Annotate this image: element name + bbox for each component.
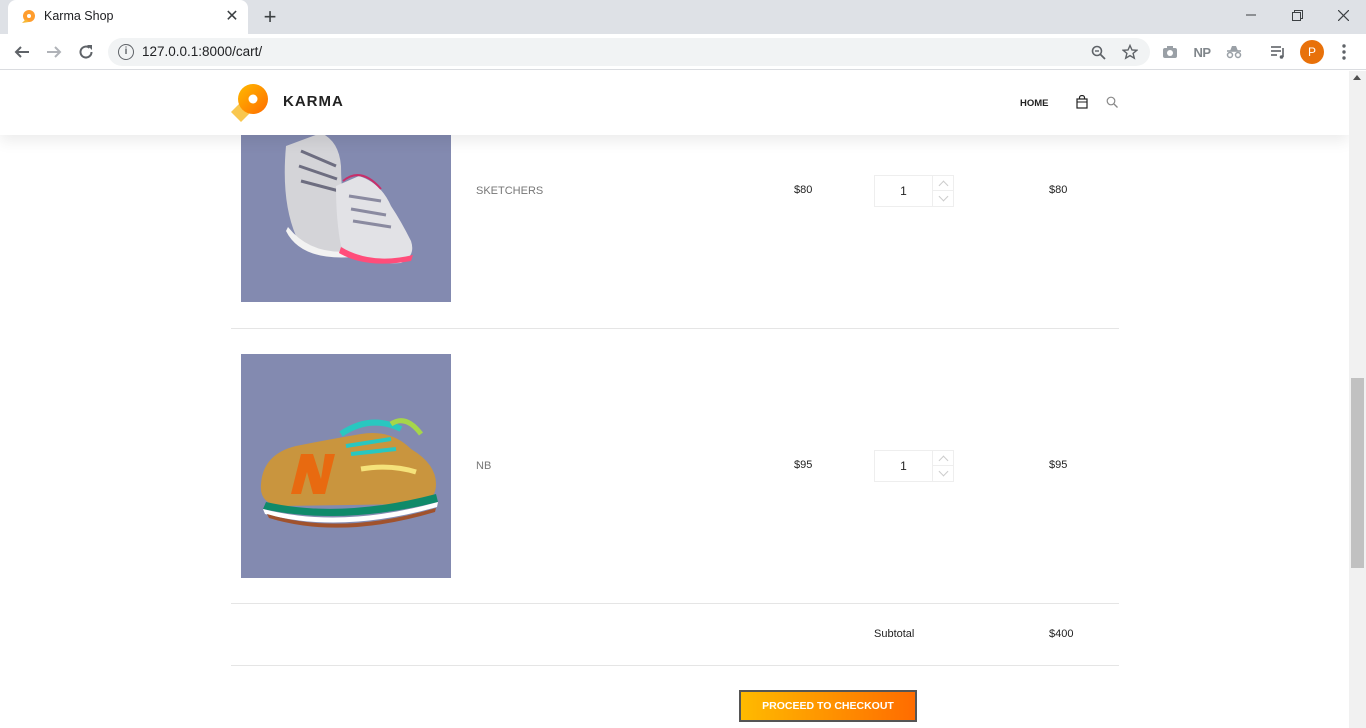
quantity-stepper[interactable]: 1: [874, 450, 954, 482]
chevron-up-icon: [938, 455, 949, 465]
subtotal-value: $400: [1049, 628, 1074, 640]
browser-toolbar: i 127.0.0.1:8000/cart/ NP P: [0, 34, 1366, 70]
new-tab-button[interactable]: +: [258, 5, 282, 29]
address-bar[interactable]: i 127.0.0.1:8000/cart/: [108, 38, 1150, 66]
product-name[interactable]: SKETCHERS: [476, 185, 543, 197]
increase-quantity-button[interactable]: [932, 176, 954, 191]
sneaker-image: [260, 418, 438, 528]
reload-icon[interactable]: [74, 40, 98, 64]
logo-text[interactable]: KARMA: [283, 93, 344, 110]
product-price: $95: [794, 459, 813, 471]
camera-extension-icon[interactable]: [1158, 40, 1182, 64]
chevron-down-icon: [938, 191, 949, 202]
shopping-bag-icon[interactable]: [1075, 95, 1089, 109]
browser-tab-strip: Karma Shop ✕ +: [0, 0, 1366, 34]
quantity-input[interactable]: 1: [875, 176, 932, 206]
minimize-icon[interactable]: [1228, 0, 1274, 30]
quantity-input[interactable]: 1: [875, 451, 932, 481]
forward-arrow-icon[interactable]: [42, 40, 66, 64]
product-image-nb: [241, 354, 451, 578]
product-total: $95: [1049, 459, 1068, 471]
increase-quantity-button[interactable]: [932, 451, 954, 466]
page-scrollbar[interactable]: [1349, 71, 1366, 728]
page-viewport: KARMA HOME SKETCHERS $80 1 $80 NB $95 1 …: [0, 71, 1349, 728]
site-info-icon[interactable]: i: [118, 44, 134, 60]
chevron-down-icon: [938, 466, 949, 477]
menu-kebab-icon[interactable]: [1332, 40, 1356, 64]
back-arrow-icon[interactable]: [10, 40, 34, 64]
nav-home-link[interactable]: HOME: [1020, 98, 1049, 109]
tab-title: Karma Shop: [44, 9, 114, 23]
proceed-to-checkout-button[interactable]: PROCEED TO CHECKOUT: [739, 690, 917, 722]
incognito-extension-icon[interactable]: [1222, 40, 1246, 64]
browser-tab[interactable]: Karma Shop ✕: [8, 0, 248, 34]
subtotal-label: Subtotal: [874, 628, 915, 640]
zoom-icon[interactable]: [1088, 42, 1108, 62]
site-header: KARMA HOME: [0, 71, 1349, 135]
close-tab-icon[interactable]: ✕: [222, 7, 242, 27]
restore-icon[interactable]: [1274, 0, 1320, 30]
product-price: $80: [794, 184, 813, 196]
karma-logo-icon[interactable]: [229, 82, 271, 124]
np-extension-icon[interactable]: NP: [1190, 40, 1214, 64]
decrease-quantity-button[interactable]: [932, 466, 954, 481]
quantity-stepper[interactable]: 1: [874, 175, 954, 207]
media-queue-icon[interactable]: [1266, 40, 1290, 64]
scroll-up-arrow-icon[interactable]: [1353, 75, 1361, 80]
search-icon[interactable]: [1106, 96, 1118, 108]
product-total: $80: [1049, 184, 1068, 196]
profile-avatar[interactable]: P: [1300, 40, 1324, 64]
row-divider: [231, 665, 1119, 666]
close-window-icon[interactable]: [1320, 0, 1366, 30]
scrollbar-thumb[interactable]: [1351, 378, 1364, 568]
bookmark-star-icon[interactable]: [1120, 42, 1140, 62]
karma-favicon-icon: [22, 10, 35, 23]
row-divider: [231, 603, 1119, 604]
row-divider: [231, 328, 1119, 329]
url-text[interactable]: 127.0.0.1:8000/cart/: [142, 44, 262, 59]
product-name[interactable]: NB: [476, 460, 491, 472]
chevron-up-icon: [938, 180, 949, 190]
decrease-quantity-button[interactable]: [932, 191, 954, 206]
